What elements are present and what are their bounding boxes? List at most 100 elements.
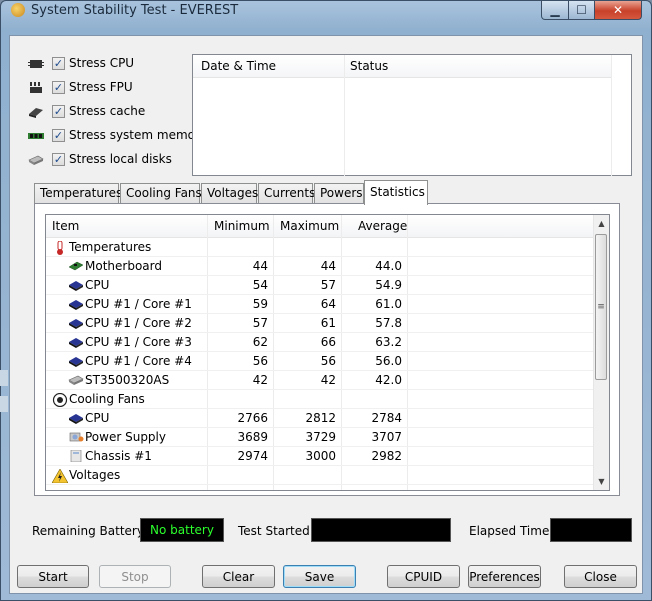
title-bar[interactable]: System Stability Test - EVEREST ▁ ☐ ✕ xyxy=(1,1,651,27)
test-started-value xyxy=(311,518,451,542)
scroll-thumb[interactable]: ≡ xyxy=(595,234,607,380)
fpu-icon xyxy=(30,82,42,93)
row-item-name: CPU xyxy=(85,278,110,292)
log-column-divider xyxy=(344,55,345,176)
tab-statistics[interactable]: Statistics xyxy=(364,180,428,205)
tab-label: Cooling Fans xyxy=(126,186,202,200)
table-group-row[interactable]: Voltages xyxy=(46,466,595,485)
tab-cooling-fans[interactable]: Cooling Fans xyxy=(120,183,202,204)
row-maximum: 2812 xyxy=(305,411,336,425)
tab-label: Powers xyxy=(320,186,363,200)
close-icon: ✕ xyxy=(612,3,624,17)
stop-button[interactable]: Stop xyxy=(99,565,171,588)
tab-temperatures[interactable]: Temperatures xyxy=(34,183,123,204)
column-item[interactable]: Item xyxy=(52,219,79,233)
tab-label: Statistics xyxy=(370,185,425,199)
log-column-status[interactable]: Status xyxy=(350,59,388,73)
stress-fpu-label: Stress FPU xyxy=(69,80,133,94)
table-row[interactable]: CPU #1 / Core #4 56 56 56.0 xyxy=(46,352,595,371)
row-average: 2982 xyxy=(371,449,402,463)
stress-memory-checkbox[interactable]: ✓ xyxy=(52,129,65,142)
stress-fpu-option[interactable]: ✓ Stress FPU xyxy=(28,80,198,98)
row-maximum: 42 xyxy=(320,373,336,387)
row-average: 57.8 xyxy=(375,316,402,330)
tab-label: Temperatures xyxy=(40,186,123,200)
tab-label: Voltages xyxy=(207,186,259,200)
stress-memory-option[interactable]: ✓ Stress system memory xyxy=(28,128,207,146)
everest-flame-icon xyxy=(11,3,25,17)
table-row[interactable]: ST3500320AS 42 42 42.0 xyxy=(46,371,595,390)
log-column-datetime[interactable]: Date & Time xyxy=(201,59,276,73)
cpu-chip-icon xyxy=(28,60,44,68)
row-item-name: CPU #1 / Core #2 xyxy=(85,316,192,330)
row-maximum: 3729 xyxy=(305,430,336,444)
stress-disks-checkbox[interactable]: ✓ xyxy=(52,153,65,166)
stress-cpu-label: Stress CPU xyxy=(69,56,135,70)
row-item-name: Voltages xyxy=(69,468,121,482)
column-maximum[interactable]: Maximum xyxy=(280,219,339,233)
cache-chip-icon xyxy=(29,108,43,118)
hard-disk-icon xyxy=(28,155,44,165)
stress-fpu-checkbox[interactable]: ✓ xyxy=(52,81,65,94)
log-column-divider xyxy=(611,55,612,176)
client-area: ✓ Stress CPU ✓ Stress FPU ✓ Stress cache… xyxy=(9,35,643,594)
fan-icon xyxy=(52,392,68,408)
row-average: 3707 xyxy=(371,430,402,444)
table-row[interactable]: CPU #1 / Core #2 57 61 57.8 xyxy=(46,314,595,333)
table-group-row[interactable]: Temperatures xyxy=(46,238,595,257)
event-log-list[interactable]: Date & Time Status xyxy=(192,54,632,176)
preferences-button[interactable]: Preferences xyxy=(468,565,541,588)
tab-powers[interactable]: Powers xyxy=(314,183,364,204)
row-item-name: CPU #1 / Core #4 xyxy=(85,354,192,368)
save-button[interactable]: Save xyxy=(283,565,356,588)
maximize-icon: ☐ xyxy=(576,3,587,17)
table-row[interactable]: CPU #1 / Core #1 59 64 61.0 xyxy=(46,295,595,314)
tab-currents[interactable]: Currents xyxy=(258,183,316,204)
table-row[interactable] xyxy=(46,485,595,490)
stress-cache-option[interactable]: ✓ Stress cache xyxy=(28,104,198,122)
statistics-table[interactable]: Item Minimum Maximum Average Temperature… xyxy=(45,214,610,491)
column-average[interactable]: Average xyxy=(358,219,407,233)
stress-cpu-checkbox[interactable]: ✓ xyxy=(52,57,65,70)
table-row[interactable]: Power Supply 3689 3729 3707 xyxy=(46,428,595,447)
table-row[interactable]: Motherboard 44 44 44.0 xyxy=(46,257,595,276)
row-average: 61.0 xyxy=(375,297,402,311)
maximize-button[interactable]: ☐ xyxy=(568,1,595,20)
stress-disks-option[interactable]: ✓ Stress local disks xyxy=(28,152,198,170)
scroll-down-button[interactable]: ▼ xyxy=(594,473,609,490)
cpu-chip-icon xyxy=(68,317,84,329)
row-average: 63.2 xyxy=(375,335,402,349)
cpuid-button[interactable]: CPUID xyxy=(387,565,460,588)
table-row[interactable]: CPU #1 / Core #3 62 66 63.2 xyxy=(46,333,595,352)
row-minimum: 62 xyxy=(252,335,268,349)
row-maximum: 56 xyxy=(320,354,336,368)
thermometer-icon xyxy=(52,240,68,255)
stress-disks-label: Stress local disks xyxy=(69,152,172,166)
row-item-name: ST3500320AS xyxy=(85,373,170,387)
row-maximum: 44 xyxy=(320,259,336,273)
row-average: 42.0 xyxy=(375,373,402,387)
column-minimum[interactable]: Minimum xyxy=(214,219,270,233)
row-item-name: CPU #1 / Core #3 xyxy=(85,335,192,349)
window-close-button[interactable]: ✕ xyxy=(594,1,642,20)
table-row[interactable]: Chassis #1 2974 3000 2982 xyxy=(46,447,595,466)
row-average: 54.9 xyxy=(375,278,402,292)
stress-cache-checkbox[interactable]: ✓ xyxy=(52,105,65,118)
window-title: System Stability Test - EVEREST xyxy=(31,3,239,18)
battery-value: No battery xyxy=(140,518,224,542)
arrow-down-icon: ▼ xyxy=(598,477,605,486)
scroll-up-button[interactable]: ▲ xyxy=(594,215,609,232)
close-button[interactable]: Close xyxy=(564,565,637,588)
vertical-scrollbar[interactable]: ▲ ≡ ▼ xyxy=(593,215,609,490)
table-group-row[interactable]: Cooling Fans xyxy=(46,390,595,409)
table-row[interactable]: CPU 2766 2812 2784 xyxy=(46,409,595,428)
row-item-name: Cooling Fans xyxy=(69,392,145,406)
minimize-button[interactable]: ▁ xyxy=(541,1,569,20)
row-minimum: 54 xyxy=(252,278,268,292)
stress-cpu-option[interactable]: ✓ Stress CPU xyxy=(28,56,198,74)
table-row[interactable]: CPU 54 57 54.9 xyxy=(46,276,595,295)
start-button[interactable]: Start xyxy=(17,565,89,588)
clear-button[interactable]: Clear xyxy=(202,565,275,588)
tab-voltages[interactable]: Voltages xyxy=(201,183,259,204)
tab-label: Currents xyxy=(264,186,316,200)
